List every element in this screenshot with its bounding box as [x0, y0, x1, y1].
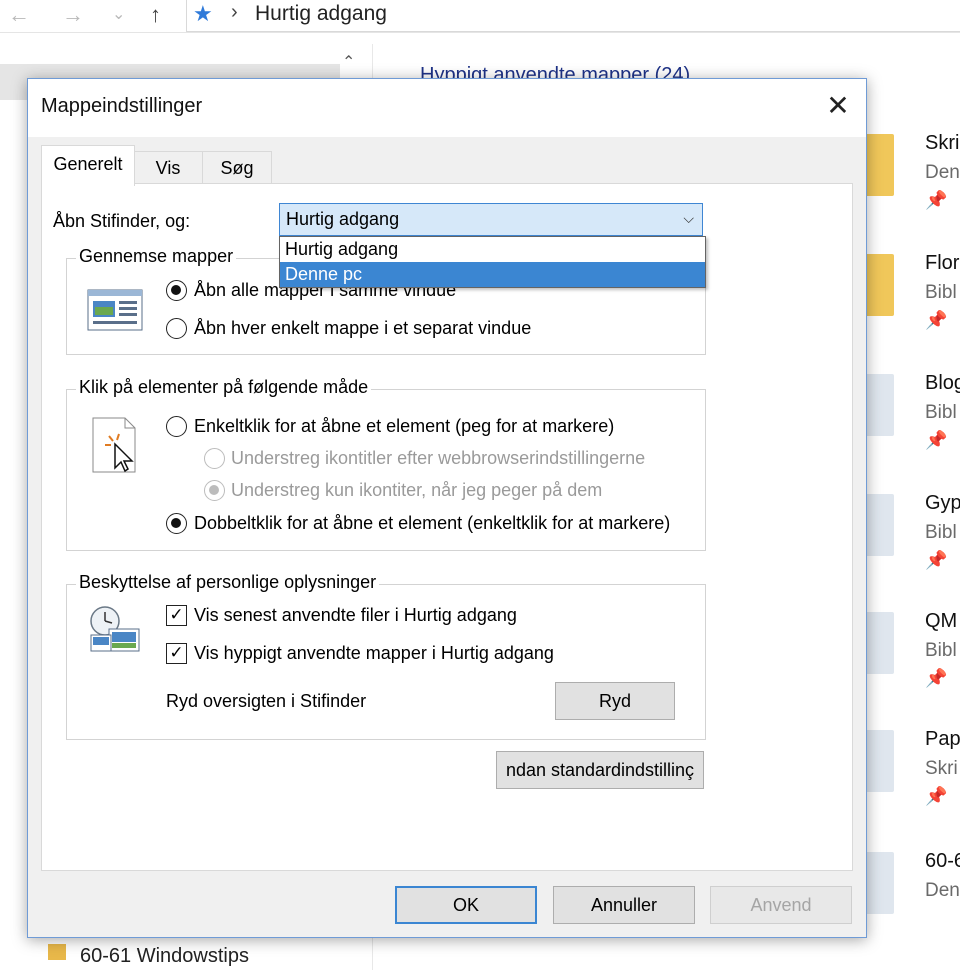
radio-underline-hover-label[interactable]: Understreg kun ikontiter, når jeg peger …	[231, 480, 602, 501]
dropdown-option-quick-access[interactable]: Hurtig adgang	[280, 237, 705, 262]
tab-search[interactable]: Søg	[202, 151, 272, 184]
radio-double-click-label[interactable]: Dobbeltklik for at åbne et element (enke…	[194, 513, 670, 534]
list-item[interactable]: QM Bibl 📌	[862, 610, 960, 720]
pin-icon: 📌	[925, 668, 948, 688]
dialog-titlebar: Mappeindstillinger ✕	[28, 79, 866, 137]
pin-icon: 📌	[925, 550, 948, 570]
cancel-button[interactable]: Annuller	[553, 886, 695, 924]
up-button[interactable]: ↑	[150, 2, 161, 28]
item-location: Den	[925, 880, 960, 901]
group-title: Gennemse mapper	[76, 246, 237, 267]
radio-underline-browser[interactable]	[204, 448, 225, 469]
radio-same-window[interactable]	[166, 280, 187, 301]
group-title: Beskyttelse af personlige oplysninger	[76, 572, 380, 593]
pin-icon: 📌	[925, 310, 948, 330]
radio-double-click[interactable]	[166, 513, 187, 534]
radio-separate-window-label[interactable]: Åbn hver enkelt mappe i et separat vindu…	[194, 318, 531, 339]
open-explorer-dropdown-list: Hurtig adgang Denne pc	[279, 236, 706, 288]
list-item[interactable]: 60-6 Den	[862, 850, 960, 960]
item-location: Bibl	[925, 522, 957, 543]
pin-icon: 📌	[925, 430, 948, 450]
dropdown-option-this-pc[interactable]: Denne pc	[280, 262, 705, 287]
checkbox-frequent-folders-label[interactable]: Vis hyppigt anvendte mapper i Hurtig adg…	[194, 643, 554, 664]
breadcrumb-chevron-icon[interactable]: ›	[231, 1, 238, 24]
folder-icon	[48, 944, 66, 960]
radio-single-click-label[interactable]: Enkeltklik for at åbne et element (peg f…	[194, 416, 614, 437]
navpane-item-windowstips[interactable]: 60-61 Windowstips	[80, 945, 249, 968]
list-item[interactable]: Gyp Bibl 📌	[862, 492, 960, 602]
item-title: Pap	[925, 728, 960, 750]
apply-button[interactable]: Anvend	[710, 886, 852, 924]
tab-view[interactable]: Vis	[131, 151, 205, 184]
item-title: QM	[925, 610, 958, 632]
radio-single-click[interactable]	[166, 416, 187, 437]
recent-locations-button[interactable]: ⌄	[112, 2, 125, 28]
list-item[interactable]: Blog Bibl 📌	[862, 372, 960, 482]
ok-button[interactable]: OK	[395, 886, 537, 924]
item-location: Bibl	[925, 402, 957, 423]
privacy-group: Beskyttelse af personlige oplysninger ✓ …	[66, 572, 706, 740]
radio-underline-hover[interactable]	[204, 480, 225, 501]
radio-separate-window[interactable]	[166, 318, 187, 339]
folder-window-icon	[87, 289, 143, 331]
clear-history-label: Ryd oversigten i Stifinder	[166, 691, 367, 711]
checkbox-frequent-folders[interactable]: ✓	[166, 643, 187, 664]
scroll-up-arrow-icon[interactable]: ⌃	[342, 52, 355, 72]
list-item[interactable]: Flor Bibl 📌	[862, 252, 960, 362]
restore-defaults-button[interactable]: ndan standardindstillinç	[496, 751, 704, 789]
item-title: 60-6	[925, 850, 960, 872]
close-icon[interactable]: ✕	[820, 89, 856, 125]
list-item[interactable]: Skri Den 📌	[862, 132, 960, 242]
item-title: Skri	[925, 132, 960, 154]
list-item[interactable]: Pap Skri 📌	[862, 728, 960, 838]
item-title: Flor	[925, 252, 960, 274]
checkbox-recent-files-label[interactable]: Vis senest anvendte filer i Hurtig adgan…	[194, 605, 517, 626]
radio-underline-browser-label[interactable]: Understreg ikontitler efter webbrowserin…	[231, 448, 645, 469]
dialog-title: Mappeindstillinger	[41, 95, 203, 117]
cursor-click-icon	[91, 416, 141, 474]
address-field[interactable]: ★ › Hurtig adgang	[186, 0, 960, 32]
forward-button[interactable]: →	[62, 2, 84, 28]
address-bar-row: ← → ⌄ ↑ ★ › Hurtig adgang	[0, 0, 960, 33]
group-title: Klik på elementer på følgende måde	[76, 377, 372, 398]
item-title: Gyp	[925, 492, 960, 514]
quick-access-star-icon: ★	[193, 1, 213, 26]
open-explorer-value: Hurtig adgang	[286, 209, 400, 229]
item-title: Blog	[925, 372, 960, 394]
clear-button[interactable]: Ryd	[555, 682, 675, 720]
checkbox-recent-files[interactable]: ✓	[166, 605, 187, 626]
pin-icon: 📌	[925, 786, 948, 806]
folder-options-dialog: Mappeindstillinger ✕ Generelt Vis Søg Åb…	[27, 78, 867, 938]
chevron-down-icon[interactable]: ⌵	[683, 210, 694, 227]
privacy-clock-icon	[87, 605, 147, 655]
breadcrumb-quick-access[interactable]: Hurtig adgang	[255, 2, 387, 26]
radio-double-click-label-clip: Dobbeltklik for at åbne et element (enke…	[194, 511, 690, 537]
item-location: Bibl	[925, 640, 957, 661]
item-location: Bibl	[925, 282, 957, 303]
click-items-group: Klik på elementer på følgende måde Enkel…	[66, 377, 706, 551]
tab-general[interactable]: Generelt	[41, 145, 135, 186]
open-explorer-label: Åbn Stifinder, og:	[53, 211, 191, 231]
open-explorer-select[interactable]: Hurtig adgang ⌵	[279, 203, 703, 236]
pin-icon: 📌	[925, 190, 948, 210]
back-button[interactable]: ←	[8, 2, 30, 28]
item-location: Den	[925, 162, 960, 183]
item-location: Skri	[925, 758, 958, 779]
